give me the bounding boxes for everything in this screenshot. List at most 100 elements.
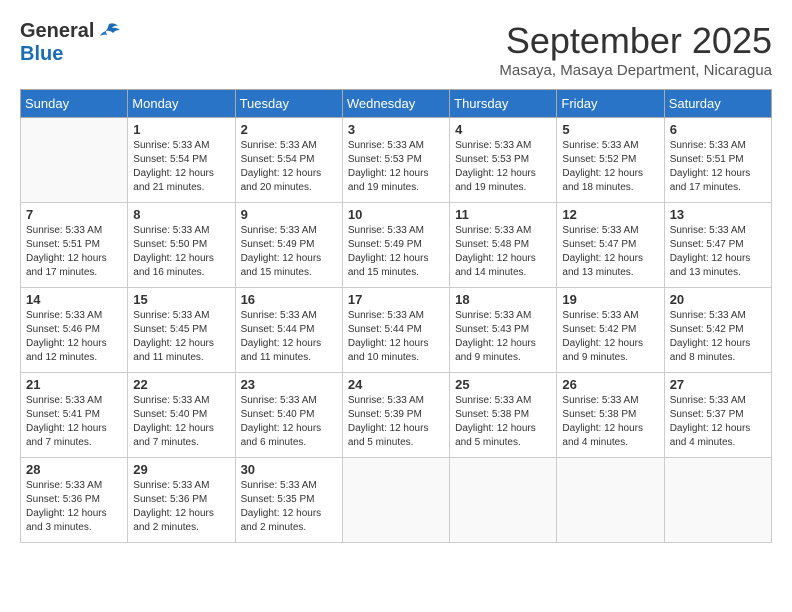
day-number: 4: [455, 122, 551, 137]
day-number: 9: [241, 207, 337, 222]
day-number: 29: [133, 462, 229, 477]
weekday-header-sunday: Sunday: [21, 90, 128, 118]
title-block: September 2025 Masaya, Masaya Department…: [499, 20, 772, 79]
calendar-table: SundayMondayTuesdayWednesdayThursdayFrid…: [20, 89, 772, 543]
logo-general-text: General: [20, 20, 94, 43]
day-number: 15: [133, 292, 229, 307]
weekday-header-thursday: Thursday: [450, 90, 557, 118]
day-info: Sunrise: 5:33 AM Sunset: 5:37 PM Dayligh…: [670, 394, 766, 450]
location-title: Masaya, Masaya Department, Nicaragua: [499, 62, 772, 79]
day-number: 13: [670, 207, 766, 222]
day-info: Sunrise: 5:33 AM Sunset: 5:44 PM Dayligh…: [348, 309, 444, 365]
day-info: Sunrise: 5:33 AM Sunset: 5:48 PM Dayligh…: [455, 224, 551, 280]
day-info: Sunrise: 5:33 AM Sunset: 5:38 PM Dayligh…: [455, 394, 551, 450]
day-info: Sunrise: 5:33 AM Sunset: 5:44 PM Dayligh…: [241, 309, 337, 365]
day-info: Sunrise: 5:33 AM Sunset: 5:54 PM Dayligh…: [241, 139, 337, 195]
weekday-header-tuesday: Tuesday: [235, 90, 342, 118]
calendar-week-2: 7 Sunrise: 5:33 AM Sunset: 5:51 PM Daylig…: [21, 203, 772, 288]
day-info: Sunrise: 5:33 AM Sunset: 5:40 PM Dayligh…: [241, 394, 337, 450]
calendar-cell: 25 Sunrise: 5:33 AM Sunset: 5:38 PM Dayli…: [450, 373, 557, 458]
weekday-header-monday: Monday: [128, 90, 235, 118]
month-title: September 2025: [499, 20, 772, 62]
calendar-cell: 4 Sunrise: 5:33 AM Sunset: 5:53 PM Daylig…: [450, 118, 557, 203]
day-info: Sunrise: 5:33 AM Sunset: 5:47 PM Dayligh…: [562, 224, 658, 280]
day-number: 12: [562, 207, 658, 222]
logo: General Blue: [20, 20, 122, 66]
calendar-cell: 8 Sunrise: 5:33 AM Sunset: 5:50 PM Daylig…: [128, 203, 235, 288]
day-info: Sunrise: 5:33 AM Sunset: 5:45 PM Dayligh…: [133, 309, 229, 365]
calendar-week-1: 1 Sunrise: 5:33 AM Sunset: 5:54 PM Daylig…: [21, 118, 772, 203]
calendar-cell: 19Sunrise: 5:33 AM Sunset: 5:42 PM Dayli…: [557, 288, 664, 373]
calendar-cell: [21, 118, 128, 203]
day-number: 21: [26, 377, 122, 392]
calendar-cell: 23 Sunrise: 5:33 AM Sunset: 5:40 PM Dayli…: [235, 373, 342, 458]
day-info: Sunrise: 5:33 AM Sunset: 5:41 PM Dayligh…: [26, 394, 122, 450]
day-number: 11: [455, 207, 551, 222]
day-info: Sunrise: 5:33 AM Sunset: 5:35 PM Dayligh…: [241, 479, 337, 535]
day-info: Sunrise: 5:33 AM Sunset: 5:49 PM Dayligh…: [241, 224, 337, 280]
calendar-cell: 11 Sunrise: 5:33 AM Sunset: 5:48 PM Dayli…: [450, 203, 557, 288]
calendar-cell: 13Sunrise: 5:33 AM Sunset: 5:47 PM Dayli…: [664, 203, 771, 288]
calendar-cell: 30 Sunrise: 5:33 AM Sunset: 5:35 PM Dayli…: [235, 458, 342, 543]
day-number: 28: [26, 462, 122, 477]
day-info: Sunrise: 5:33 AM Sunset: 5:36 PM Dayligh…: [133, 479, 229, 535]
day-info: Sunrise: 5:33 AM Sunset: 5:54 PM Dayligh…: [133, 139, 229, 195]
calendar-cell: 7 Sunrise: 5:33 AM Sunset: 5:51 PM Daylig…: [21, 203, 128, 288]
day-number: 6: [670, 122, 766, 137]
day-info: Sunrise: 5:33 AM Sunset: 5:39 PM Dayligh…: [348, 394, 444, 450]
day-number: 1: [133, 122, 229, 137]
day-number: 17: [348, 292, 444, 307]
calendar-cell: 15 Sunrise: 5:33 AM Sunset: 5:45 PM Dayli…: [128, 288, 235, 373]
day-info: Sunrise: 5:33 AM Sunset: 5:38 PM Dayligh…: [562, 394, 658, 450]
calendar-cell: 6 Sunrise: 5:33 AM Sunset: 5:51 PM Daylig…: [664, 118, 771, 203]
day-info: Sunrise: 5:33 AM Sunset: 5:49 PM Dayligh…: [348, 224, 444, 280]
day-info: Sunrise: 5:33 AM Sunset: 5:43 PM Dayligh…: [455, 309, 551, 365]
day-info: Sunrise: 5:33 AM Sunset: 5:52 PM Dayligh…: [562, 139, 658, 195]
weekday-header-friday: Friday: [557, 90, 664, 118]
calendar-week-3: 14Sunrise: 5:33 AM Sunset: 5:46 PM Dayli…: [21, 288, 772, 373]
weekday-header-saturday: Saturday: [664, 90, 771, 118]
day-number: 27: [670, 377, 766, 392]
calendar-cell: 24 Sunrise: 5:33 AM Sunset: 5:39 PM Dayli…: [342, 373, 449, 458]
calendar-cell: 22Sunrise: 5:33 AM Sunset: 5:40 PM Dayli…: [128, 373, 235, 458]
calendar-cell: 9 Sunrise: 5:33 AM Sunset: 5:49 PM Daylig…: [235, 203, 342, 288]
day-number: 3: [348, 122, 444, 137]
calendar-cell: 2 Sunrise: 5:33 AM Sunset: 5:54 PM Daylig…: [235, 118, 342, 203]
logo-blue-text: Blue: [20, 43, 63, 66]
calendar-cell: 5Sunrise: 5:33 AM Sunset: 5:52 PM Daylig…: [557, 118, 664, 203]
day-number: 8: [133, 207, 229, 222]
calendar-header: SundayMondayTuesdayWednesdayThursdayFrid…: [21, 90, 772, 118]
calendar-cell: 20Sunrise: 5:33 AM Sunset: 5:42 PM Dayli…: [664, 288, 771, 373]
calendar-cell: 14Sunrise: 5:33 AM Sunset: 5:46 PM Dayli…: [21, 288, 128, 373]
day-number: 26: [562, 377, 658, 392]
calendar-cell: 3Sunrise: 5:33 AM Sunset: 5:53 PM Daylig…: [342, 118, 449, 203]
day-number: 30: [241, 462, 337, 477]
calendar-cell: [557, 458, 664, 543]
day-number: 18: [455, 292, 551, 307]
day-number: 16: [241, 292, 337, 307]
day-number: 10: [348, 207, 444, 222]
day-number: 25: [455, 377, 551, 392]
calendar-cell: 16 Sunrise: 5:33 AM Sunset: 5:44 PM Dayli…: [235, 288, 342, 373]
logo-bird-icon: [96, 22, 122, 42]
weekday-header-wednesday: Wednesday: [342, 90, 449, 118]
day-number: 23: [241, 377, 337, 392]
day-info: Sunrise: 5:33 AM Sunset: 5:36 PM Dayligh…: [26, 479, 122, 535]
day-number: 2: [241, 122, 337, 137]
day-number: 20: [670, 292, 766, 307]
day-info: Sunrise: 5:33 AM Sunset: 5:46 PM Dayligh…: [26, 309, 122, 365]
day-info: Sunrise: 5:33 AM Sunset: 5:50 PM Dayligh…: [133, 224, 229, 280]
weekday-header-row: SundayMondayTuesdayWednesdayThursdayFrid…: [21, 90, 772, 118]
calendar-cell: 18 Sunrise: 5:33 AM Sunset: 5:43 PM Dayli…: [450, 288, 557, 373]
day-info: Sunrise: 5:33 AM Sunset: 5:51 PM Dayligh…: [26, 224, 122, 280]
day-number: 19: [562, 292, 658, 307]
calendar-cell: [664, 458, 771, 543]
calendar-cell: 1 Sunrise: 5:33 AM Sunset: 5:54 PM Daylig…: [128, 118, 235, 203]
day-number: 24: [348, 377, 444, 392]
day-number: 7: [26, 207, 122, 222]
day-info: Sunrise: 5:33 AM Sunset: 5:51 PM Dayligh…: [670, 139, 766, 195]
calendar-body: 1 Sunrise: 5:33 AM Sunset: 5:54 PM Daylig…: [21, 118, 772, 543]
calendar-cell: 17 Sunrise: 5:33 AM Sunset: 5:44 PM Dayli…: [342, 288, 449, 373]
day-info: Sunrise: 5:33 AM Sunset: 5:53 PM Dayligh…: [455, 139, 551, 195]
calendar-week-5: 28 Sunrise: 5:33 AM Sunset: 5:36 PM Dayli…: [21, 458, 772, 543]
